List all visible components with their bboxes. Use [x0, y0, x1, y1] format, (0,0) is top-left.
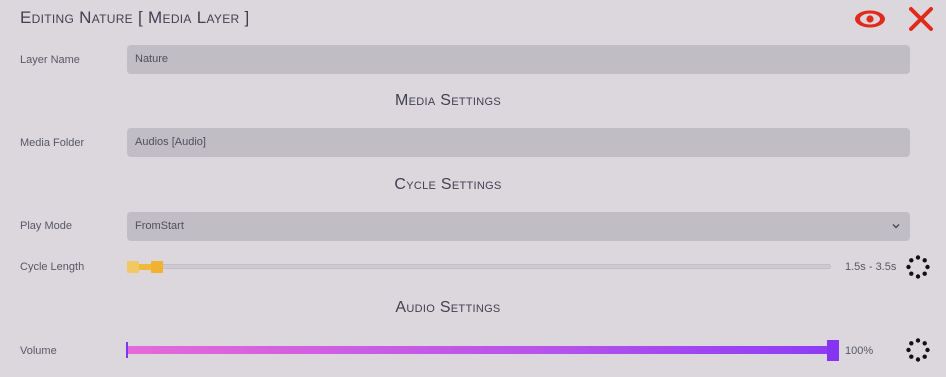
- cycle-length-track[interactable]: [127, 264, 831, 269]
- cycle-length-max-handle[interactable]: [151, 261, 163, 273]
- play-mode-value: FromStart: [135, 220, 184, 232]
- volume-slider-track[interactable]: [127, 346, 833, 354]
- media-settings-heading: Media Settings: [395, 92, 501, 109]
- cycle-settings-heading: Cycle Settings: [394, 176, 502, 193]
- play-mode-select[interactable]: FromStart: [127, 212, 910, 241]
- cycle-length-range-fill: [138, 264, 152, 270]
- media-folder-field[interactable]: Audios [Audio]: [127, 128, 910, 157]
- edit-layer-panel: Editing Nature [ Media Layer ] Layer Nam…: [0, 0, 946, 377]
- randomize-icon[interactable]: [906, 338, 930, 362]
- cycle-length-min-handle[interactable]: [127, 261, 139, 273]
- media-folder-label: Media Folder: [20, 137, 85, 149]
- layer-name-label: Layer Name: [20, 54, 80, 66]
- close-icon[interactable]: [906, 5, 936, 33]
- cycle-length-label: Cycle Length: [20, 261, 85, 273]
- cycle-length-value: 1.5s - 3.5s: [845, 261, 897, 273]
- audio-settings-heading: Audio Settings: [395, 299, 501, 316]
- volume-slider-start: [126, 342, 128, 358]
- volume-value: 100%: [845, 345, 874, 357]
- layer-name-input[interactable]: Nature: [127, 45, 910, 74]
- volume-slider-handle[interactable]: [827, 340, 839, 361]
- play-mode-label: Play Mode: [20, 220, 72, 232]
- volume-label: Volume: [20, 345, 57, 357]
- chevron-down-icon: [892, 224, 900, 229]
- randomize-icon[interactable]: [906, 255, 930, 279]
- panel-title: Editing Nature [ Media Layer ]: [20, 8, 250, 27]
- eye-icon[interactable]: [853, 8, 887, 30]
